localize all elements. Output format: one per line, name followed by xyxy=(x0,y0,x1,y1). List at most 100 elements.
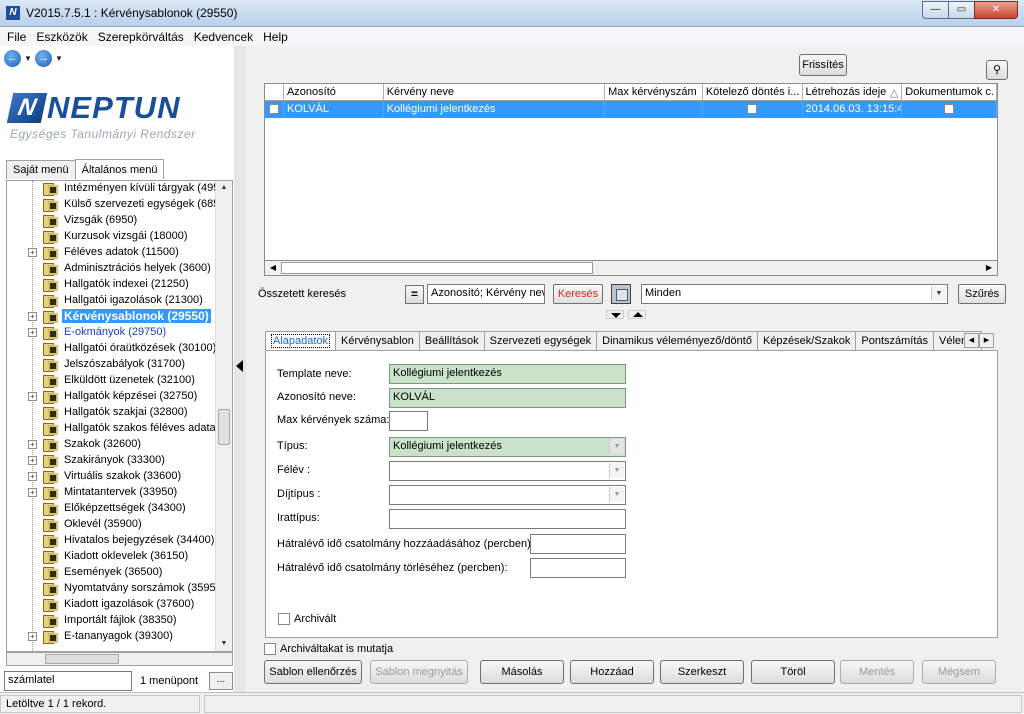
expand-plus-icon[interactable]: + xyxy=(28,472,37,481)
tree-item[interactable]: + Virtuális szakok (33600) xyxy=(7,469,232,485)
tree-item[interactable]: + Szakok (32600) xyxy=(7,437,232,453)
tab-kepzesek-szakok[interactable]: Képzések/Szakok xyxy=(756,331,857,351)
scroll-right-icon[interactable]: ▶ xyxy=(982,262,996,274)
megsem-button[interactable]: Mégsem xyxy=(922,660,996,684)
felev-select[interactable]: ▼ xyxy=(389,461,626,481)
tree-item[interactable]: Előképzettségek (34300) xyxy=(7,501,232,517)
mentes-button[interactable]: Mentés xyxy=(840,660,914,684)
expand-plus-icon[interactable]: + xyxy=(28,392,37,401)
tab-sajat-menu[interactable]: Saját menü xyxy=(6,160,76,179)
chevron-down-icon[interactable]: ▼ xyxy=(609,487,624,502)
back-dropdown-icon[interactable]: ▼ xyxy=(23,54,33,63)
grid-hscroll-thumb[interactable] xyxy=(281,262,593,274)
tree-horizontal-scrollbar[interactable] xyxy=(6,652,233,666)
row-select-checkbox[interactable] xyxy=(268,104,279,115)
torol-button[interactable]: Töröl xyxy=(751,660,835,684)
expand-plus-icon[interactable]: + xyxy=(28,456,37,465)
menu-search-more-button[interactable]: ... xyxy=(209,672,233,690)
grid-header-dokumentumok[interactable]: Dokumentumok c. xyxy=(902,84,997,100)
tree-item[interactable]: Importált fájlok (38350) xyxy=(7,613,232,629)
chevron-down-icon[interactable]: ▼ xyxy=(609,463,624,478)
tree-hscroll-thumb[interactable] xyxy=(45,654,119,664)
tree-item[interactable]: Hivatalos bejegyzések (34400) xyxy=(7,533,232,549)
tree-vertical-scrollbar[interactable]: ▲ ▼ xyxy=(215,181,232,651)
tree-item[interactable]: Külső szervezeti egységek (6850 xyxy=(7,197,232,213)
tab-pontszamitas[interactable]: Pontszámítás xyxy=(855,331,935,351)
irattipus-field[interactable] xyxy=(389,509,626,529)
maximize-button[interactable]: ▭ xyxy=(948,1,975,19)
frissites-button[interactable]: Frissítés xyxy=(799,54,847,76)
tree-item[interactable]: Hallgatói igazolások (21300) xyxy=(7,293,232,309)
menu-file[interactable]: File xyxy=(2,30,31,44)
tree-item[interactable]: + Kérvénysablonok (29550) xyxy=(7,309,232,325)
tree-item[interactable]: Vizsgák (6950) xyxy=(7,213,232,229)
tree-item[interactable]: Kiadott oklevelek (36150) xyxy=(7,549,232,565)
search-fields-input[interactable]: Azonosító; Kérvény nev xyxy=(427,284,545,304)
scroll-down-icon[interactable]: ▼ xyxy=(216,637,232,651)
grid-header-max-kervenyszam[interactable]: Max kérvényszám xyxy=(605,84,703,100)
expand-plus-icon[interactable]: + xyxy=(28,632,37,641)
menu-kedvencek[interactable]: Kedvencek xyxy=(189,30,258,44)
menu-search-input[interactable]: számlatel xyxy=(4,671,132,691)
azonosito-neve-field[interactable]: KOLVÁL xyxy=(389,388,626,408)
tree-item[interactable]: Hallgatók szakos féléves adatai xyxy=(7,421,232,437)
tab-alapadatok[interactable]: Alapadatok xyxy=(265,331,337,351)
tab-szervezeti-egysegek[interactable]: Szervezeti egységek xyxy=(483,331,598,351)
archivalt-checkbox[interactable] xyxy=(278,613,290,625)
chevron-down-icon[interactable]: ▼ xyxy=(609,439,624,454)
tree-item[interactable]: Kiadott igazolások (37600) xyxy=(7,597,232,613)
tree-item[interactable]: + Szakirányok (33300) xyxy=(7,453,232,469)
tab-beallitasok[interactable]: Beállítások xyxy=(418,331,485,351)
expand-plus-icon[interactable]: + xyxy=(28,248,37,257)
forward-dropdown-icon[interactable]: ▼ xyxy=(54,54,64,63)
tree-item[interactable]: Oklevél (35900) xyxy=(7,517,232,533)
grid-horizontal-scrollbar[interactable]: ◀ ▶ xyxy=(264,260,998,276)
menu-eszkozok[interactable]: Eszközök xyxy=(31,30,92,44)
tree-item[interactable]: Nyomtatvány sorszámok (35950 xyxy=(7,581,232,597)
tree-item[interactable]: Intézményen kívüli tárgyak (4950 xyxy=(7,181,232,197)
show-archived-checkbox[interactable] xyxy=(264,643,276,655)
sablon-ellenorzes-button[interactable]: Sablon ellenőrzés xyxy=(264,660,362,684)
tabs-scroll-right-icon[interactable]: ▶ xyxy=(979,333,994,348)
template-neve-field[interactable]: Kollégiumi jelentkezés xyxy=(389,364,626,384)
tree-item[interactable]: Elküldött üzenetek (32100) xyxy=(7,373,232,389)
forward-arrow-icon[interactable]: → xyxy=(35,50,52,67)
expand-plus-icon[interactable]: + xyxy=(28,312,37,321)
equals-operator-button[interactable]: = xyxy=(405,285,424,304)
tree-item[interactable]: Események (36500) xyxy=(7,565,232,581)
tree-item[interactable]: + E-okmányok (29750) xyxy=(7,325,232,341)
tree-item[interactable]: + Mintatantervek (33950) xyxy=(7,485,232,501)
cell-dokumentumok-checkbox[interactable] xyxy=(944,104,955,115)
table-row[interactable]: KOLVÁL Kollégiumi jelentkezés 2014.06.03… xyxy=(265,101,997,118)
tree-item[interactable]: + E-tananyagok (39300) xyxy=(7,629,232,645)
szerkeszt-button[interactable]: Szerkeszt xyxy=(660,660,744,684)
tab-kervenysablon[interactable]: Kérvénysablon xyxy=(335,331,420,351)
expand-plus-icon[interactable]: + xyxy=(28,488,37,497)
expand-plus-icon[interactable]: + xyxy=(28,440,37,449)
panel-splitter[interactable] xyxy=(234,46,246,692)
minimize-button[interactable]: — xyxy=(922,1,949,19)
tree-item[interactable]: Hallgatók szakjai (32800) xyxy=(7,405,232,421)
hozzaad-button[interactable]: Hozzáad xyxy=(570,660,654,684)
grid-header-kotelezo-dontes[interactable]: Kötelező döntés i... xyxy=(703,84,803,100)
tree-item[interactable]: Adminisztrációs helyek (3600) xyxy=(7,261,232,277)
grid-header-letrehozas-ideje[interactable]: Létrehozás ideje △ xyxy=(803,84,903,100)
grid-header-select[interactable] xyxy=(265,84,284,100)
collapse-up-icon[interactable] xyxy=(628,310,646,319)
tree-item[interactable]: Jelszószabályok (31700) xyxy=(7,357,232,373)
filter-select[interactable]: Minden ▼ xyxy=(641,284,948,304)
tree-scroll-thumb[interactable] xyxy=(218,409,230,445)
expand-plus-icon[interactable]: + xyxy=(28,328,37,337)
scroll-up-icon[interactable]: ▲ xyxy=(216,181,232,195)
tree-item[interactable]: + Féléves adatok (11500) xyxy=(7,245,232,261)
menu-szerepkorvaltas[interactable]: Szerepkörváltás xyxy=(93,30,189,44)
pin-icon[interactable]: ⚲ xyxy=(986,60,1008,80)
back-arrow-icon[interactable]: ← xyxy=(4,50,21,67)
sablon-megnyitas-button[interactable]: Sablon megnyitás xyxy=(370,660,468,684)
tree-item[interactable]: Hallgatói óraütközések (30100) xyxy=(7,341,232,357)
tabs-scroll-left-icon[interactable]: ◀ xyxy=(964,333,979,348)
kereses-button[interactable]: Keresés xyxy=(553,284,603,304)
hatralevo-hozzaadas-field[interactable] xyxy=(530,534,626,554)
tab-dinamikus-velemenyezo[interactable]: Dinamikus véleményező/döntő xyxy=(596,331,758,351)
tree-item[interactable]: + Hallgatók képzései (32750) xyxy=(7,389,232,405)
